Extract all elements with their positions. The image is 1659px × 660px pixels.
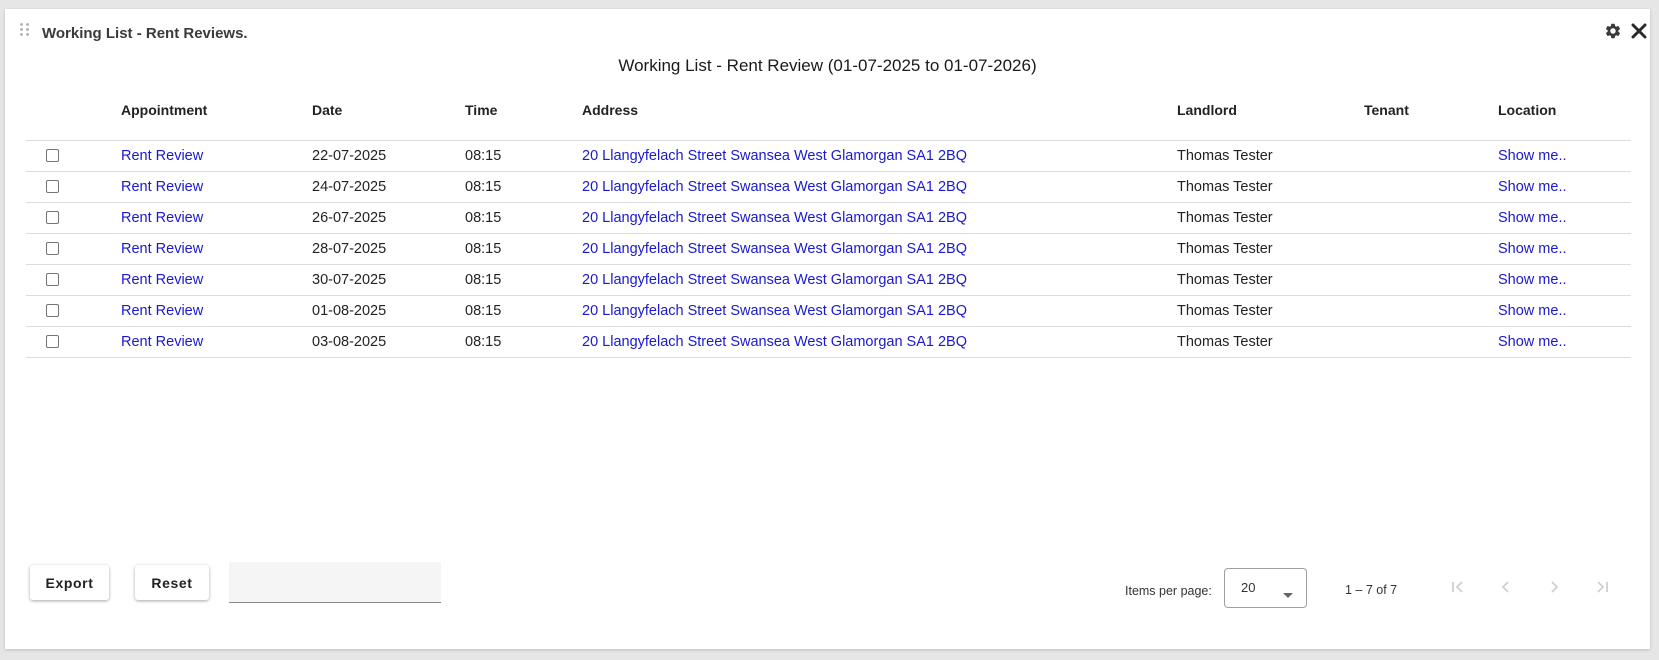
time-cell: 08:15 (465, 303, 502, 319)
row-select-cell (46, 265, 59, 286)
address-link[interactable]: 20 Llangyfelach Street Swansea West Glam… (582, 327, 967, 357)
drag-handle-icon[interactable] (20, 23, 30, 37)
gear-icon[interactable] (1603, 21, 1623, 41)
time-cell: 08:15 (465, 148, 502, 164)
date-cell: 26-07-2025 (312, 210, 387, 226)
address-link[interactable]: 20 Llangyfelach Street Swansea West Glam… (582, 141, 967, 171)
previous-page-icon[interactable] (1494, 575, 1518, 599)
address-link[interactable]: 20 Llangyfelach Street Swansea West Glam… (582, 296, 967, 326)
time-cell: 08:15 (465, 272, 502, 288)
items-per-page-value: 20 (1241, 580, 1256, 595)
appointments-table: Appointment Date Time Address Landlord T… (26, 91, 1631, 358)
row-select-cell (46, 172, 59, 193)
export-button[interactable]: Export (30, 565, 109, 600)
table-row: Rent Review 30-07-2025 08:15 20 Llangyfe… (26, 265, 1631, 296)
time-cell: 08:15 (465, 210, 502, 226)
table-row: Rent Review 03-08-2025 08:15 20 Llangyfe… (26, 327, 1631, 358)
location-link[interactable]: Show me.. (1498, 296, 1567, 326)
address-link[interactable]: 20 Llangyfelach Street Swansea West Glam… (582, 234, 967, 264)
location-link[interactable]: Show me.. (1498, 265, 1567, 295)
address-link[interactable]: 20 Llangyfelach Street Swansea West Glam… (582, 203, 967, 233)
table-row: Rent Review 22-07-2025 08:15 20 Llangyfe… (26, 141, 1631, 172)
landlord-cell: Thomas Tester (1177, 303, 1273, 319)
appointment-link[interactable]: Rent Review (121, 234, 203, 264)
landlord-cell: Thomas Tester (1177, 241, 1273, 257)
date-cell: 28-07-2025 (312, 241, 387, 257)
landlord-cell: Thomas Tester (1177, 334, 1273, 350)
time-cell: 08:15 (465, 241, 502, 257)
first-page-icon[interactable] (1446, 575, 1470, 599)
chevron-down-icon (1283, 586, 1293, 604)
row-select-cell (46, 327, 59, 348)
table-header-row: Appointment Date Time Address Landlord T… (26, 91, 1631, 141)
row-select-checkbox[interactable] (46, 149, 59, 162)
appointment-link[interactable]: Rent Review (121, 203, 203, 233)
appointment-link[interactable]: Rent Review (121, 141, 203, 171)
column-header-address[interactable]: Address (582, 91, 638, 129)
location-link[interactable]: Show me.. (1498, 203, 1567, 233)
landlord-cell: Thomas Tester (1177, 148, 1273, 164)
date-cell: 01-08-2025 (312, 303, 387, 319)
column-header-landlord[interactable]: Landlord (1177, 91, 1237, 129)
table-row: Rent Review 24-07-2025 08:15 20 Llangyfe… (26, 172, 1631, 203)
date-cell: 03-08-2025 (312, 334, 387, 350)
column-header-date[interactable]: Date (312, 91, 342, 129)
close-icon[interactable] (1629, 21, 1649, 41)
row-select-cell (46, 296, 59, 317)
row-select-checkbox[interactable] (46, 273, 59, 286)
appointment-link[interactable]: Rent Review (121, 172, 203, 202)
table-row: Rent Review 28-07-2025 08:15 20 Llangyfe… (26, 234, 1631, 265)
landlord-cell: Thomas Tester (1177, 179, 1273, 195)
address-link[interactable]: 20 Llangyfelach Street Swansea West Glam… (582, 265, 967, 295)
row-select-checkbox[interactable] (46, 242, 59, 255)
filter-input[interactable] (229, 562, 441, 603)
date-cell: 22-07-2025 (312, 148, 387, 164)
row-select-checkbox[interactable] (46, 211, 59, 224)
working-list-widget: Working List - Rent Reviews. Working Lis… (5, 9, 1650, 649)
location-link[interactable]: Show me.. (1498, 234, 1567, 264)
landlord-cell: Thomas Tester (1177, 210, 1273, 226)
appointment-link[interactable]: Rent Review (121, 265, 203, 295)
table-row: Rent Review 01-08-2025 08:15 20 Llangyfe… (26, 296, 1631, 327)
reset-button[interactable]: Reset (135, 565, 209, 600)
address-link[interactable]: 20 Llangyfelach Street Swansea West Glam… (582, 172, 967, 202)
row-select-checkbox[interactable] (46, 335, 59, 348)
widget-title: Working List - Rent Reviews. (42, 25, 248, 42)
time-cell: 08:15 (465, 334, 502, 350)
appointment-link[interactable]: Rent Review (121, 296, 203, 326)
next-page-icon[interactable] (1542, 575, 1566, 599)
row-select-checkbox[interactable] (46, 180, 59, 193)
column-header-location[interactable]: Location (1498, 91, 1556, 129)
table-row: Rent Review 26-07-2025 08:15 20 Llangyfe… (26, 203, 1631, 234)
location-link[interactable]: Show me.. (1498, 327, 1567, 357)
pagination-range-label: 1 – 7 of 7 (1345, 583, 1398, 597)
location-link[interactable]: Show me.. (1498, 172, 1567, 202)
column-header-tenant[interactable]: Tenant (1364, 91, 1409, 129)
date-cell: 24-07-2025 (312, 179, 387, 195)
landlord-cell: Thomas Tester (1177, 272, 1273, 288)
table-title: Working List - Rent Review (01-07-2025 t… (618, 56, 1037, 75)
column-header-time[interactable]: Time (465, 91, 497, 129)
row-select-cell (46, 203, 59, 224)
column-header-appointment[interactable]: Appointment (121, 91, 207, 129)
location-link[interactable]: Show me.. (1498, 141, 1567, 171)
row-select-cell (46, 141, 59, 162)
last-page-icon[interactable] (1590, 575, 1614, 599)
row-select-cell (46, 234, 59, 255)
appointment-link[interactable]: Rent Review (121, 327, 203, 357)
items-per-page-select[interactable]: 20 (1224, 568, 1307, 608)
time-cell: 08:15 (465, 179, 502, 195)
date-cell: 30-07-2025 (312, 272, 387, 288)
items-per-page-label: Items per page: (1125, 584, 1212, 598)
row-select-checkbox[interactable] (46, 304, 59, 317)
